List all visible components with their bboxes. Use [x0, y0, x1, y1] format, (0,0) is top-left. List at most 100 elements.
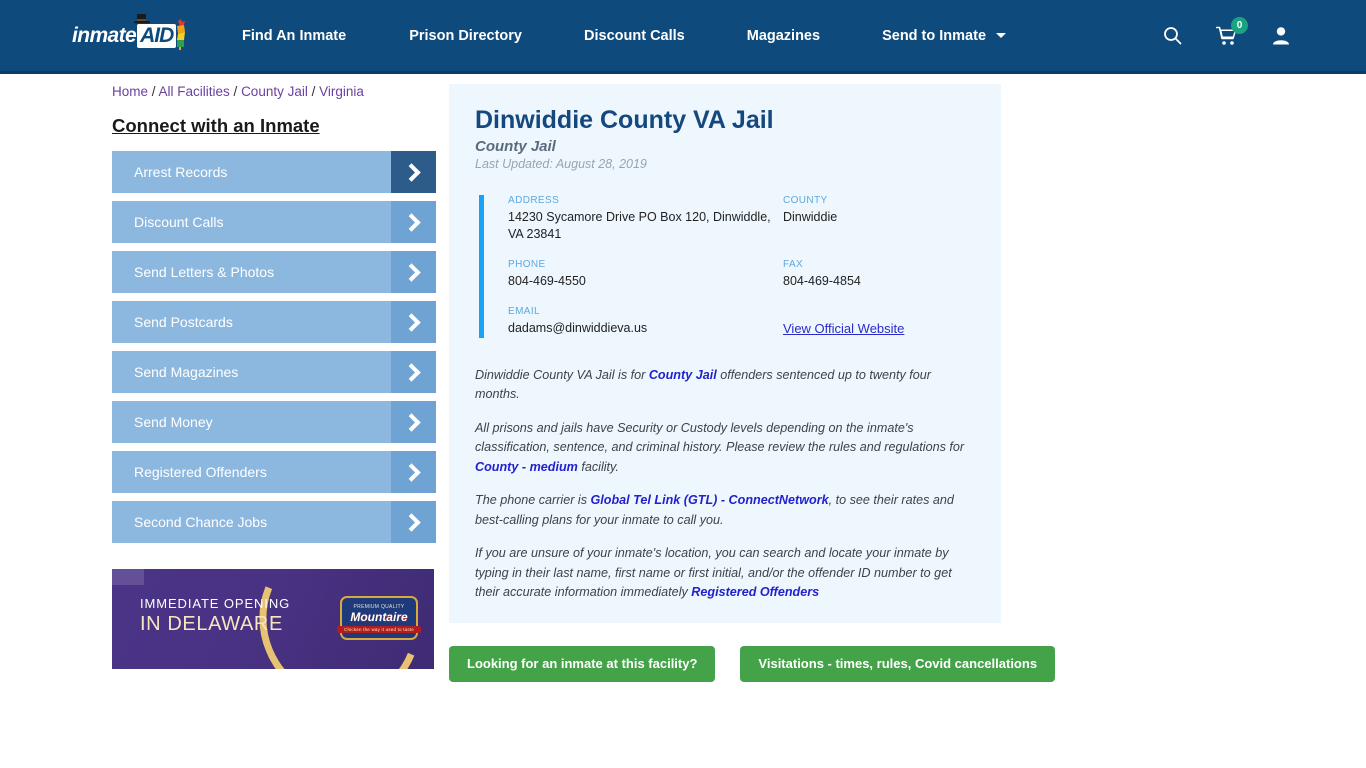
cart-count-badge: 0 — [1231, 16, 1248, 34]
description-paragraph-2: All prisons and jails have Security or C… — [475, 419, 975, 478]
ad-line-1: IMMEDIATE OPENING — [140, 596, 291, 611]
nav-item-send-to-inmate-label: Send to Inmate — [882, 27, 987, 44]
top-hat-icon — [134, 13, 150, 23]
breadcrumb-item-home[interactable]: Home — [112, 84, 148, 99]
ad-logo-name: Mountaire — [350, 609, 408, 624]
facility-last-updated: Last Updated: August 28, 2019 — [475, 157, 647, 171]
sidebar-item-label: Arrest Records — [134, 164, 228, 180]
info-cell-email: EMAIL dadams@dinwiddieva.us — [508, 306, 783, 338]
site-header: inmate AID Find An Inmate Prison Directo… — [0, 0, 1366, 74]
sidebar-item-label: Registered Offenders — [134, 464, 267, 480]
info-cell-fax: FAX 804-469-4854 — [783, 259, 975, 290]
advertisement-banner[interactable]: IMMEDIATE OPENING IN DELAWARE PREMIUM QU… — [112, 569, 434, 669]
chevron-right-icon — [391, 251, 436, 293]
sidebar-item-arrest-records[interactable]: Arrest Records — [112, 151, 436, 193]
accent-bar — [479, 195, 484, 338]
desc-p2-text-a: All prisons and jails have Security or C… — [475, 420, 965, 455]
info-value: 804-469-4854 — [783, 273, 861, 288]
chevron-right-icon — [391, 351, 436, 393]
left-sidebar: Home / All Facilities / County Jail / Vi… — [112, 84, 436, 682]
desc-p2-link-county-medium[interactable]: County - medium — [475, 460, 578, 474]
ad-text-block: IMMEDIATE OPENING IN DELAWARE — [140, 596, 290, 636]
sidebar-item-send-letters-photos[interactable]: Send Letters & Photos — [112, 251, 436, 293]
ad-logo-tagline-bottom: Chicken the way it used to taste — [337, 625, 421, 633]
info-label: ADDRESS — [508, 195, 560, 206]
site-logo[interactable]: inmate AID — [72, 13, 190, 56]
ad-line-2: IN DELAWARE — [140, 613, 283, 635]
chevron-right-icon — [391, 201, 436, 243]
page-title: Dinwiddie County VA Jail — [475, 106, 774, 134]
info-label: PHONE — [508, 258, 546, 270]
info-cell-county: COUNTY Dinwiddie — [783, 195, 975, 243]
main-navigation: Find An Inmate Prison Directory Discount… — [242, 20, 1007, 52]
info-value: 804-469-4550 — [508, 273, 586, 288]
cart-button[interactable]: 0 — [1216, 16, 1248, 46]
sidebar-item-send-money[interactable]: Send Money — [112, 401, 436, 443]
desc-p3-text-a: The phone carrier is — [475, 493, 591, 508]
page-body: Home / All Facilities / County Jail / Vi… — [0, 74, 1366, 682]
chevron-right-icon — [391, 151, 436, 193]
info-label: FAX — [783, 258, 804, 270]
desc-p3-link-gtl[interactable]: Global Tel Link (GTL) - ConnectNetwork — [591, 493, 829, 507]
sidebar-item-discount-calls[interactable]: Discount Calls — [112, 201, 436, 243]
desc-p1-link-county-jail[interactable]: County Jail — [649, 368, 717, 382]
breadcrumb-separator: / — [229, 84, 242, 99]
user-icon — [1273, 27, 1289, 45]
main-content: Dinwiddie County VA Jail County Jail Las… — [449, 84, 1056, 682]
account-button[interactable] — [1272, 26, 1290, 45]
desc-p4-link-registered-offenders[interactable]: Registered Offenders — [691, 585, 819, 599]
nav-item-find-an-inmate[interactable]: Find An Inmate — [242, 20, 346, 52]
sidebar-menu: Arrest Records Discount Calls Send Lette… — [112, 151, 436, 543]
info-value: dadams@dinwiddieva.us — [508, 320, 648, 335]
find-inmate-button[interactable]: Looking for an inmate at this facility? — [449, 645, 716, 682]
sidebar-item-label: Send Magazines — [134, 364, 239, 380]
chevron-down-icon — [996, 33, 1007, 39]
facility-card: Dinwiddie County VA Jail County Jail Las… — [449, 84, 1001, 623]
info-cell-website: View Official Website — [783, 306, 975, 338]
mountaire-logo: PREMIUM QUALITY Mountaire Chicken the wa… — [337, 596, 421, 640]
desc-p1-text-a: Dinwiddie County VA Jail is for — [475, 367, 649, 382]
ad-corner-accent — [112, 569, 144, 585]
header-icon-group: 0 — [1163, 16, 1290, 46]
breadcrumb-separator: / — [307, 84, 320, 99]
nav-item-send-to-inmate[interactable]: Send to Inmate — [882, 20, 1007, 52]
breadcrumb: Home / All Facilities / County Jail / Vi… — [112, 84, 436, 99]
view-official-website-link[interactable]: View Official Website — [783, 321, 904, 336]
description-paragraph-1: Dinwiddie County VA Jail is for County J… — [475, 366, 975, 405]
sidebar-item-registered-offenders[interactable]: Registered Offenders — [112, 451, 436, 493]
info-cell-address: ADDRESS 14230 Sycamore Drive PO Box 120,… — [508, 195, 783, 243]
visitations-button[interactable]: Visitations - times, rules, Covid cancel… — [740, 645, 1056, 682]
search-icon — [1164, 27, 1182, 45]
facility-info-grid: ADDRESS 14230 Sycamore Drive PO Box 120,… — [508, 195, 975, 338]
facility-info-section: ADDRESS 14230 Sycamore Drive PO Box 120,… — [475, 195, 975, 338]
chevron-right-icon — [391, 301, 436, 343]
sidebar-item-label: Send Letters & Photos — [134, 264, 275, 280]
breadcrumb-item-virginia[interactable]: Virginia — [319, 84, 364, 99]
nav-item-discount-calls[interactable]: Discount Calls — [584, 20, 685, 52]
sidebar-item-second-chance-jobs[interactable]: Second Chance Jobs — [112, 501, 436, 543]
chevron-right-icon — [391, 401, 436, 443]
description-paragraph-3: The phone carrier is Global Tel Link (GT… — [475, 491, 975, 530]
sidebar-item-label: Second Chance Jobs — [134, 514, 268, 530]
info-label: COUNTY — [783, 195, 828, 206]
chevron-right-icon — [391, 451, 436, 493]
facility-description: Dinwiddie County VA Jail is for County J… — [475, 366, 975, 603]
info-cell-phone: PHONE 804-469-4550 — [508, 259, 783, 290]
info-label: EMAIL — [508, 305, 541, 317]
breadcrumb-item-all-facilities[interactable]: All Facilities — [159, 84, 230, 99]
logo-text: inmate — [72, 23, 137, 47]
sidebar-item-send-postcards[interactable]: Send Postcards — [112, 301, 436, 343]
nav-item-prison-directory[interactable]: Prison Directory — [409, 20, 522, 52]
search-button[interactable] — [1163, 26, 1182, 45]
chevron-right-icon — [391, 501, 436, 543]
nav-item-magazines[interactable]: Magazines — [747, 20, 820, 52]
sidebar-title: Connect with an Inmate — [112, 115, 320, 136]
facility-type: County Jail — [475, 138, 556, 155]
sidebar-item-label: Discount Calls — [134, 214, 224, 230]
sidebar-item-send-magazines[interactable]: Send Magazines — [112, 351, 436, 393]
sidebar-item-label: Send Money — [134, 414, 213, 430]
desc-p2-text-b: facility. — [577, 459, 619, 474]
rooster-icon — [177, 18, 185, 50]
info-value: Dinwiddie — [783, 210, 838, 224]
breadcrumb-item-county-jail[interactable]: County Jail — [241, 84, 308, 99]
